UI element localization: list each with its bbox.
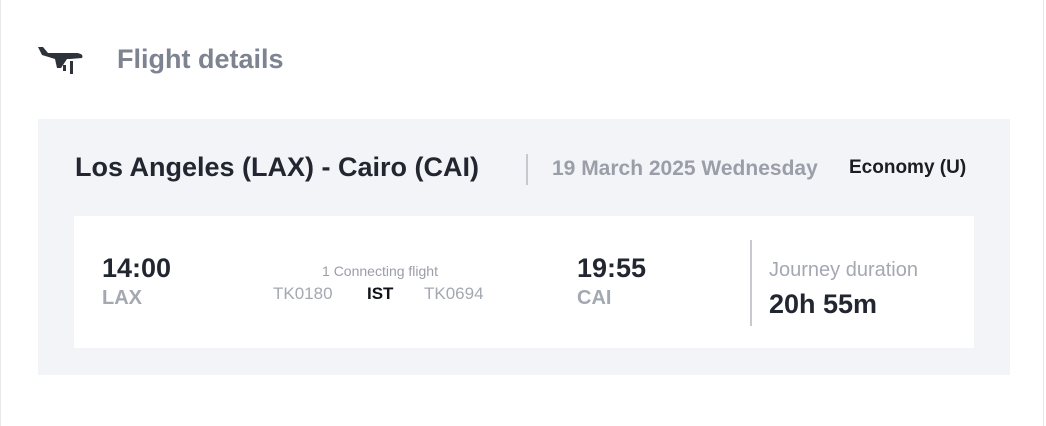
arrival-time: 19:55	[577, 253, 647, 283]
departure-airport: LAX	[102, 287, 142, 309]
airplane-icon	[38, 47, 83, 74]
connection-airport: IST	[367, 284, 394, 303]
section-header	[37, 38, 85, 78]
departure-time: 14:00	[102, 253, 172, 283]
cabin-class: Economy (U)	[849, 157, 967, 178]
journey-duration-value: 20h 55m	[769, 289, 878, 319]
duration-divider	[750, 240, 752, 326]
flight-details-panel: Flight details Los Angeles (LAX) - Cairo…	[0, 0, 1044, 426]
connection-label: 1 Connecting flight	[322, 263, 438, 279]
route-title: Los Angeles (LAX) - Cairo (CAI)	[75, 152, 480, 182]
journey-duration-label: Journey duration	[769, 259, 918, 281]
flight-summary-card: Los Angeles (LAX) - Cairo (CAI) 19 March…	[38, 119, 1010, 375]
second-flight-number: TK0694	[424, 284, 484, 303]
flight-date: 19 March 2025 Wednesday	[552, 157, 818, 180]
arrival-airport: CAI	[577, 287, 612, 309]
section-title: Flight details	[117, 44, 284, 74]
first-flight-number: TK0180	[273, 284, 333, 303]
title-divider	[526, 154, 528, 185]
itinerary-box: 14:00 LAX 1 Connecting flight TK0180 IST…	[74, 216, 974, 348]
